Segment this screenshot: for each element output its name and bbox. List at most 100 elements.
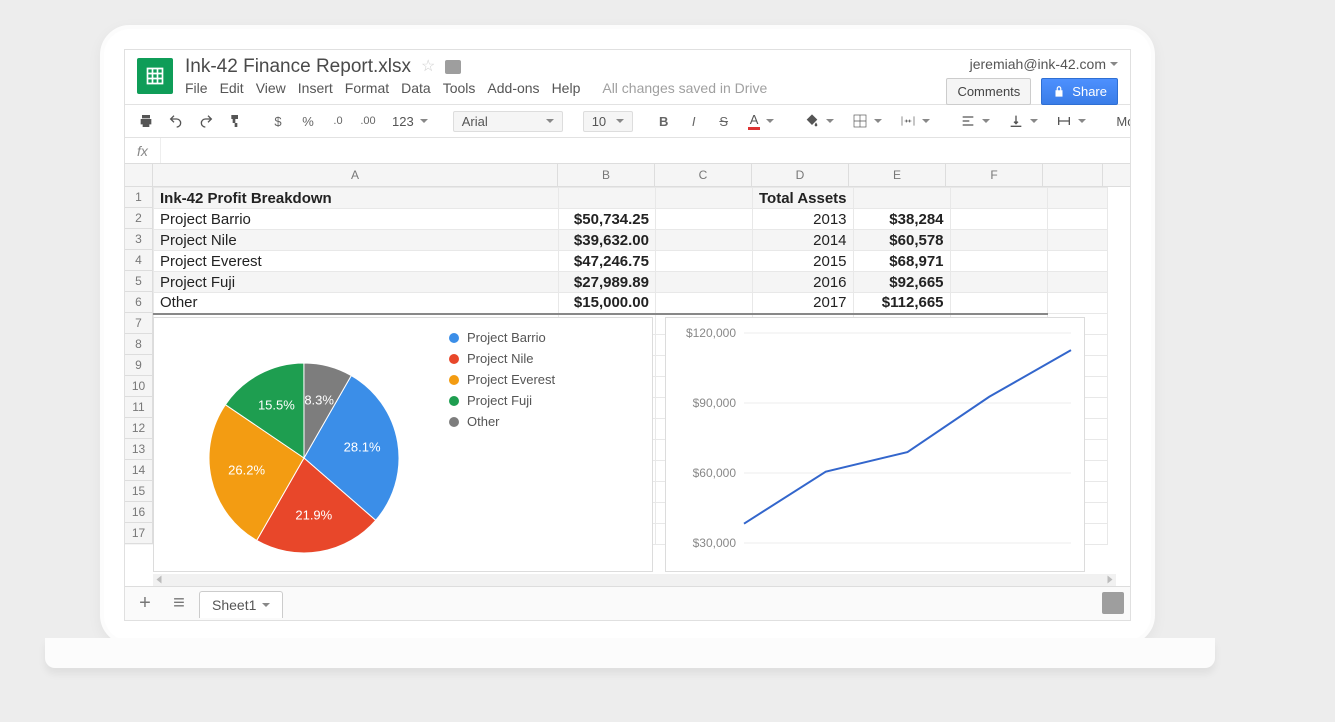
cell-D1[interactable]: Total Assets: [753, 188, 854, 209]
col-header-A[interactable]: A: [153, 164, 558, 186]
merge-cells-dropdown[interactable]: [895, 110, 935, 132]
cell-A2[interactable]: Project Barrio: [154, 209, 559, 230]
row-header[interactable]: 6: [125, 292, 153, 313]
cell-E6[interactable]: $112,665: [853, 293, 950, 314]
cell-D2[interactable]: 2013: [753, 209, 854, 230]
horizontal-scrollbar[interactable]: [153, 574, 1116, 586]
star-icon[interactable]: ☆: [421, 56, 435, 78]
cell-B4[interactable]: $47,246.75: [559, 251, 656, 272]
cell-D3[interactable]: 2014: [753, 230, 854, 251]
font-family-dropdown[interactable]: Arial: [453, 111, 563, 132]
row-header[interactable]: 11: [125, 397, 153, 418]
row-header[interactable]: 15: [125, 481, 153, 502]
row-header[interactable]: 17: [125, 523, 153, 544]
add-sheet-button[interactable]: +: [131, 592, 159, 615]
col-header-E[interactable]: E: [849, 164, 946, 186]
cell-D5[interactable]: 2016: [753, 272, 854, 293]
row-header[interactable]: 13: [125, 439, 153, 460]
cell-E3[interactable]: $60,578: [853, 230, 950, 251]
document-title[interactable]: Ink-42 Finance Report.xlsx: [185, 56, 411, 78]
font-size-dropdown[interactable]: 10: [583, 111, 633, 132]
comments-button[interactable]: Comments: [946, 78, 1031, 105]
account-menu[interactable]: jeremiah@ink-42.com: [970, 56, 1118, 72]
line-chart[interactable]: $120,000$90,000$60,000$30,000: [665, 317, 1085, 572]
cell-B5[interactable]: $27,989.89: [559, 272, 656, 293]
cell-D6[interactable]: 2017: [753, 293, 854, 314]
strikethrough-button[interactable]: S: [713, 109, 735, 133]
align-left-icon: [960, 113, 976, 129]
h-align-dropdown[interactable]: [955, 110, 995, 132]
svg-text:28.1%: 28.1%: [344, 440, 381, 455]
decrease-decimal-button[interactable]: .0: [327, 109, 349, 133]
sheet-tab[interactable]: Sheet1: [199, 591, 283, 618]
col-header-C[interactable]: C: [655, 164, 752, 186]
v-align-dropdown[interactable]: [1003, 110, 1043, 132]
cell-E4[interactable]: $68,971: [853, 251, 950, 272]
all-sheets-button[interactable]: ≡: [167, 592, 191, 615]
menu-file[interactable]: File: [185, 80, 208, 96]
svg-text:26.2%: 26.2%: [228, 463, 265, 478]
italic-button[interactable]: I: [683, 109, 705, 133]
print-icon[interactable]: [135, 109, 157, 133]
row-header[interactable]: 1: [125, 187, 153, 208]
cell-B3[interactable]: $39,632.00: [559, 230, 656, 251]
increase-decimal-button[interactable]: .00: [357, 109, 379, 133]
menu-format[interactable]: Format: [345, 80, 389, 96]
pie-chart[interactable]: 28.1%21.9%26.2%15.5%8.3% Project BarrioP…: [153, 317, 653, 572]
menu-view[interactable]: View: [256, 80, 286, 96]
menu-edit[interactable]: Edit: [220, 80, 244, 96]
cell-A1[interactable]: Ink-42 Profit Breakdown: [154, 188, 559, 209]
row-header[interactable]: 14: [125, 460, 153, 481]
bold-button[interactable]: B: [653, 109, 675, 133]
cell-A3[interactable]: Project Nile: [154, 230, 559, 251]
row-header[interactable]: 9: [125, 355, 153, 376]
text-wrap-dropdown[interactable]: [1051, 110, 1091, 132]
paint-format-icon[interactable]: [225, 109, 247, 133]
menu-insert[interactable]: Insert: [298, 80, 333, 96]
cell-B2[interactable]: $50,734.25: [559, 209, 656, 230]
laptop-base: [45, 638, 1215, 668]
cell-A5[interactable]: Project Fuji: [154, 272, 559, 293]
spreadsheet-grid[interactable]: A B C D E F 1234567891011121314151617 In…: [125, 164, 1130, 602]
select-all-corner[interactable]: [125, 164, 153, 186]
cell-A6[interactable]: Other: [154, 293, 559, 314]
row-header[interactable]: 2: [125, 208, 153, 229]
cell-E5[interactable]: $92,665: [853, 272, 950, 293]
svg-text:15.5%: 15.5%: [258, 397, 295, 412]
row-header[interactable]: 3: [125, 229, 153, 250]
text-color-dropdown[interactable]: A: [743, 109, 780, 133]
col-header-F[interactable]: F: [946, 164, 1043, 186]
row-header[interactable]: 4: [125, 250, 153, 271]
row-header[interactable]: 16: [125, 502, 153, 523]
redo-icon[interactable]: [195, 109, 217, 133]
menu-help[interactable]: Help: [552, 80, 581, 96]
percent-button[interactable]: %: [297, 109, 319, 133]
menu-tools[interactable]: Tools: [443, 80, 476, 96]
cell-B6[interactable]: $15,000.00: [559, 293, 656, 314]
cell-E2[interactable]: $38,284: [853, 209, 950, 230]
undo-icon[interactable]: [165, 109, 187, 133]
menu-data[interactable]: Data: [401, 80, 431, 96]
col-header-B[interactable]: B: [558, 164, 655, 186]
row-header[interactable]: 12: [125, 418, 153, 439]
cell-A4[interactable]: Project Everest: [154, 251, 559, 272]
more-toolbar-dropdown[interactable]: More: [1111, 111, 1131, 132]
col-header-D[interactable]: D: [752, 164, 849, 186]
menu-addons[interactable]: Add-ons: [487, 80, 539, 96]
explore-button[interactable]: [1102, 592, 1124, 614]
laptop-frame: Ink-42 Finance Report.xlsx ☆ File Edit V…: [100, 25, 1155, 645]
cell-D4[interactable]: 2015: [753, 251, 854, 272]
row-header[interactable]: 7: [125, 313, 153, 334]
share-button[interactable]: Share: [1041, 78, 1118, 105]
folder-icon[interactable]: [445, 60, 461, 74]
row-header[interactable]: 5: [125, 271, 153, 292]
formula-input[interactable]: [161, 138, 1130, 163]
currency-button[interactable]: $: [267, 109, 289, 133]
borders-dropdown[interactable]: [847, 110, 887, 132]
fill-color-dropdown[interactable]: [799, 110, 839, 132]
number-format-dropdown[interactable]: 123: [387, 111, 433, 132]
svg-text:21.9%: 21.9%: [295, 508, 332, 523]
row-header[interactable]: 10: [125, 376, 153, 397]
formula-bar: fx: [125, 138, 1130, 164]
row-header[interactable]: 8: [125, 334, 153, 355]
